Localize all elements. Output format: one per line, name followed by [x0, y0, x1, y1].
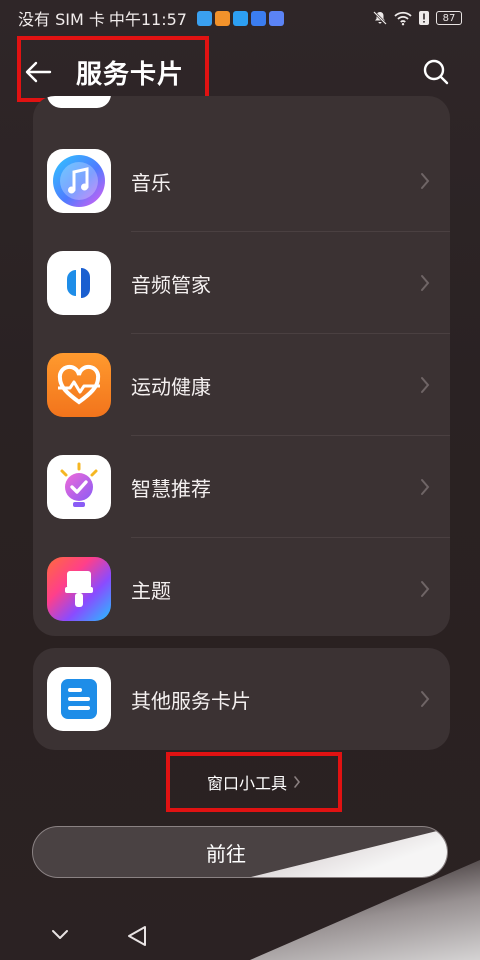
health-app-icon	[47, 353, 111, 417]
list-item-music[interactable]: 音乐	[33, 130, 450, 232]
themes-app-icon	[47, 557, 111, 621]
chevron-right-icon	[420, 376, 430, 394]
list-item-label: 运动健康	[131, 374, 211, 399]
status-bar: 没有 SIM 卡 中午11:57 87	[0, 0, 480, 36]
list-item-label: 音频管家	[131, 272, 211, 297]
other-service-card-list: 其他服务卡片	[33, 648, 450, 750]
mute-bell-icon	[373, 11, 387, 25]
list-item-themes[interactable]: 主题	[33, 538, 450, 636]
message-notification-icon	[196, 10, 212, 26]
list-item-audio-manager[interactable]: 音频管家	[33, 232, 450, 334]
partial-app-icon-above	[47, 96, 111, 108]
triangle-back-icon	[128, 926, 146, 946]
video-notification-icon	[214, 10, 230, 26]
list-item-other-cards[interactable]: 其他服务卡片	[33, 648, 450, 750]
smart-recommend-app-icon	[47, 455, 111, 519]
chevron-right-icon	[420, 274, 430, 292]
search-icon	[423, 59, 449, 85]
chevron-right-icon	[420, 478, 430, 496]
status-left: 没有 SIM 卡 中午11:57	[18, 6, 284, 30]
browser-notification-icon	[232, 10, 248, 26]
audio-manager-app-icon	[47, 251, 111, 315]
status-right: 87	[372, 10, 462, 26]
go-button-label: 前往	[206, 841, 246, 866]
chevron-right-icon	[420, 172, 430, 190]
list-item-label: 音乐	[131, 170, 171, 195]
chevron-right-icon	[420, 580, 430, 598]
list-item-label: 其他服务卡片	[131, 688, 251, 713]
other-cards-app-icon	[47, 667, 111, 731]
nav-back-button[interactable]	[126, 924, 148, 952]
list-item-health[interactable]: 运动健康	[33, 334, 450, 436]
list-item-label: 智慧推荐	[131, 476, 211, 501]
carrier-text: 没有 SIM 卡	[18, 10, 105, 29]
wifi-icon	[394, 11, 412, 26]
list-item-smart-recommend[interactable]: 智慧推荐	[33, 436, 450, 538]
nav-collapse-button[interactable]	[50, 926, 70, 945]
notification-icons	[196, 10, 284, 26]
music-notification-icon	[268, 10, 284, 26]
screen-glare	[243, 827, 447, 877]
list-item-label: 主题	[131, 578, 171, 603]
time-text: 中午11:57	[108, 10, 187, 29]
search-button[interactable]	[416, 52, 456, 92]
battery-indicator: 87	[436, 11, 462, 25]
chevron-down-icon	[52, 930, 68, 939]
system-nav-bar	[0, 912, 480, 960]
go-button[interactable]: 前往	[32, 826, 448, 878]
service-card-list: 音乐 音频管家 运动健康 智慧推荐 主题	[33, 96, 450, 636]
alert-icon	[419, 11, 429, 25]
chevron-right-icon	[420, 690, 430, 708]
tips-notification-icon	[250, 10, 266, 26]
music-app-icon	[47, 149, 111, 213]
widget-link-highlight-box	[166, 752, 342, 812]
title-highlight-box	[17, 36, 209, 102]
